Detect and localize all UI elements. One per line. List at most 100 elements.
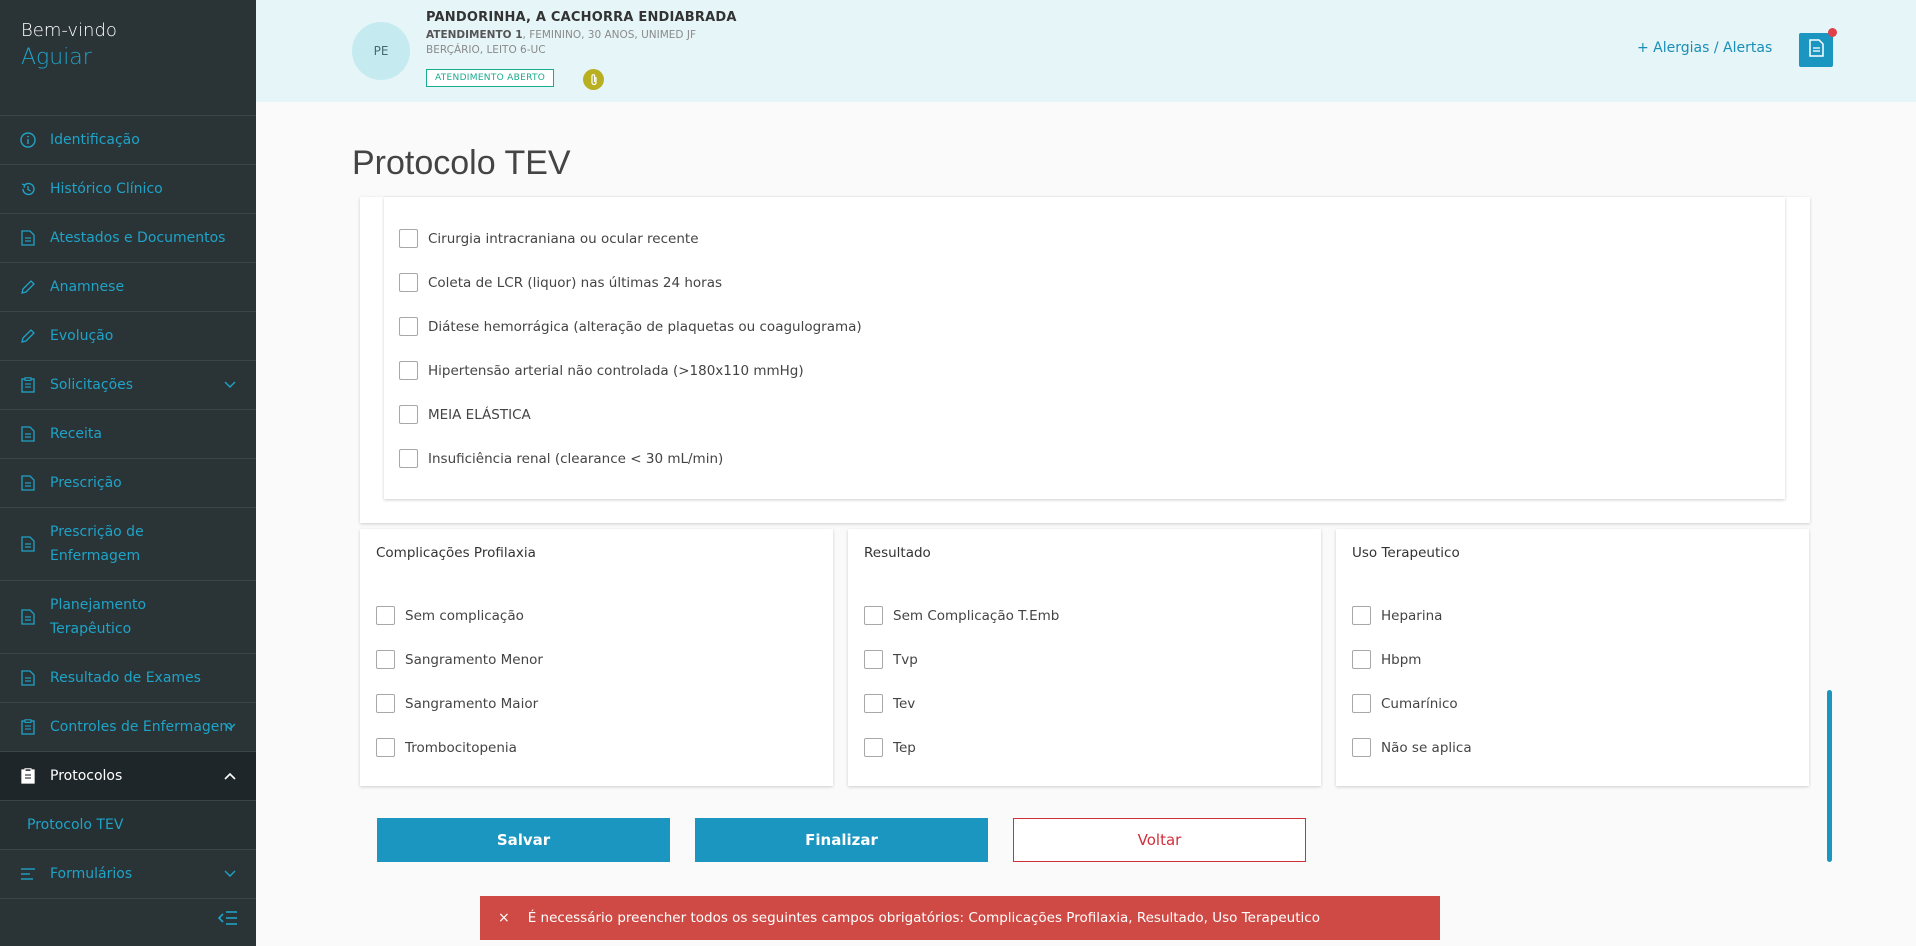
checkbox[interactable] — [376, 606, 395, 625]
checkbox-row[interactable]: Sangramento Maior — [376, 694, 538, 713]
checkbox-row[interactable]: Tep — [864, 738, 916, 757]
card-title: Uso Terapeutico — [1352, 545, 1460, 561]
sidebar-item-receita[interactable]: Receita — [0, 410, 256, 459]
checkbox-label: Hbpm — [1381, 651, 1422, 668]
back-button[interactable]: Voltar — [1013, 818, 1306, 862]
toast-message: É necessário preencher todos os seguinte… — [527, 910, 1320, 926]
checkbox[interactable] — [399, 229, 418, 248]
checkbox[interactable] — [399, 317, 418, 336]
avatar: PE — [352, 22, 410, 80]
sidebar-item-label: Receita — [50, 426, 102, 442]
patient-name: PANDORINHA, A CACHORRA ENDIABRADA — [426, 10, 737, 25]
checkbox[interactable] — [399, 405, 418, 424]
checkbox-row[interactable]: Tvp — [864, 650, 918, 669]
checkbox[interactable] — [864, 650, 883, 669]
checkbox[interactable] — [376, 738, 395, 757]
sidebar-item-anamnese[interactable]: Anamnese — [0, 263, 256, 312]
error-toast: × É necessário preencher todos os seguin… — [480, 896, 1440, 940]
checkbox-row[interactable]: Hbpm — [1352, 650, 1421, 669]
complicacoes-card: Complicações Profilaxia Sem complicação … — [360, 529, 833, 786]
sidebar-item-identificacao[interactable]: Identificação — [0, 116, 256, 165]
checkbox[interactable] — [864, 738, 883, 757]
patient-location: BERÇÁRIO, LEITO 6-UC — [426, 44, 546, 56]
checkbox-row[interactable]: Diátese hemorrágica (alteração de plaque… — [399, 317, 862, 336]
document-icon — [20, 426, 36, 442]
checkbox-row[interactable]: Hipertensão arterial não controlada (>18… — [399, 361, 804, 380]
checkbox-row[interactable]: Cirurgia intracraniana ou ocular recente — [399, 229, 699, 248]
sidebar-item-protocolos[interactable]: Protocolos — [0, 752, 256, 801]
sidebar-item-resultado-exames[interactable]: Resultado de Exames — [0, 654, 256, 703]
checkbox[interactable] — [1352, 650, 1371, 669]
sidebar-item-solicitacoes[interactable]: Solicitações — [0, 361, 256, 410]
checkbox[interactable] — [1352, 738, 1371, 757]
sidebar-item-formularios[interactable]: Formulários — [0, 850, 256, 899]
sidebar-item-label: Formulários — [50, 866, 133, 882]
checkbox-row[interactable]: Trombocitopenia — [376, 738, 517, 757]
document-icon — [20, 230, 36, 246]
sidebar-item-prescricao[interactable]: Prescrição — [0, 459, 256, 508]
welcome-block: Bem-vindo Aguiar — [0, 0, 256, 116]
checkbox[interactable] — [399, 361, 418, 380]
clipboard-icon — [20, 768, 36, 784]
sidebar-item-controles-enfermagem[interactable]: Controles de Enfermagem — [0, 703, 256, 752]
finish-button[interactable]: Finalizar — [695, 818, 988, 862]
clipboard-icon — [20, 719, 36, 735]
documents-button[interactable] — [1799, 33, 1833, 67]
checkbox-row[interactable]: Cumarínico — [1352, 694, 1458, 713]
checkbox-row[interactable]: Sangramento Menor — [376, 650, 543, 669]
checkbox[interactable] — [376, 694, 395, 713]
save-button[interactable]: Salvar — [377, 818, 670, 862]
checkbox-row[interactable]: Sem Complicação T.Emb — [864, 606, 1059, 625]
sidebar-subitem-protocolo-tev[interactable]: Protocolo TEV — [0, 801, 256, 850]
document-icon — [20, 536, 36, 552]
page-title: Protocolo TEV — [352, 144, 571, 182]
sidebar-item-label: Controles de Enfermagem — [50, 719, 234, 735]
status-badge: ATENDIMENTO ABERTO — [426, 69, 555, 87]
sidebar-item-planejamento[interactable]: Planejamento Terapêutico — [0, 581, 256, 654]
checkbox-row[interactable]: Coleta de LCR (liquor) nas últimas 24 ho… — [399, 273, 722, 292]
checkbox-label: Heparina — [1381, 607, 1443, 624]
sidebar-item-label: Atestados e Documentos — [50, 230, 226, 246]
close-icon[interactable]: × — [498, 910, 510, 926]
sidebar-item-historico[interactable]: Histórico Clínico — [0, 165, 256, 214]
checkbox[interactable] — [864, 694, 883, 713]
welcome-text: Bem-vindo — [21, 20, 117, 41]
sidebar-item-prescricao-enfermagem[interactable]: Prescrição de Enfermagem — [0, 508, 256, 581]
chevron-up-icon — [224, 770, 236, 782]
checkbox[interactable] — [864, 606, 883, 625]
checkbox-row[interactable]: Heparina — [1352, 606, 1442, 625]
card-title: Resultado — [864, 545, 931, 561]
checkbox-label: Insuficiência renal (clearance < 30 mL/m… — [428, 450, 724, 467]
uso-terapeutico-card: Uso Terapeutico Heparina Hbpm Cumarínico… — [1336, 529, 1809, 786]
checkbox-row[interactable]: MEIA ELÁSTICA — [399, 405, 531, 424]
sidebar-item-atestados[interactable]: Atestados e Documentos — [0, 214, 256, 263]
chevron-down-icon — [224, 868, 236, 880]
checkbox[interactable] — [399, 449, 418, 468]
checkbox-row[interactable]: Não se aplica — [1352, 738, 1472, 757]
checkbox-label: Sangramento Menor — [405, 651, 543, 668]
checkbox[interactable] — [376, 650, 395, 669]
checkbox-label: Cumarínico — [1381, 695, 1458, 712]
scrollbar-thumb[interactable] — [1827, 690, 1832, 862]
user-name: Aguiar — [21, 45, 92, 70]
checkbox-row[interactable]: Sem complicação — [376, 606, 524, 625]
document-icon — [20, 670, 36, 686]
checkbox-label: Tep — [893, 739, 916, 756]
sidebar-item-label: Protocolo TEV — [27, 817, 124, 833]
pencil-icon — [20, 279, 36, 295]
checkbox[interactable] — [1352, 694, 1371, 713]
checkbox-label: Não se aplica — [1381, 739, 1472, 756]
checkbox-row[interactable]: Insuficiência renal (clearance < 30 mL/m… — [399, 449, 723, 468]
checkbox-label: Diátese hemorrágica (alteração de plaque… — [428, 318, 862, 335]
attachment-icon[interactable] — [583, 69, 604, 90]
document-icon — [20, 475, 36, 491]
checkbox-label: MEIA ELÁSTICA — [428, 406, 531, 423]
collapse-sidebar-icon[interactable] — [217, 910, 238, 926]
checkbox[interactable] — [399, 273, 418, 292]
allergies-alerts-link[interactable]: + Alergias / Alertas — [1637, 40, 1772, 56]
checkbox[interactable] — [1352, 606, 1371, 625]
contraindications-list: Cirurgia intracraniana ou ocular recente… — [384, 197, 1785, 499]
sidebar-item-evolucao[interactable]: Evolução — [0, 312, 256, 361]
checkbox-row[interactable]: Tev — [864, 694, 915, 713]
resultado-card: Resultado Sem Complicação T.Emb Tvp Tev … — [848, 529, 1321, 786]
